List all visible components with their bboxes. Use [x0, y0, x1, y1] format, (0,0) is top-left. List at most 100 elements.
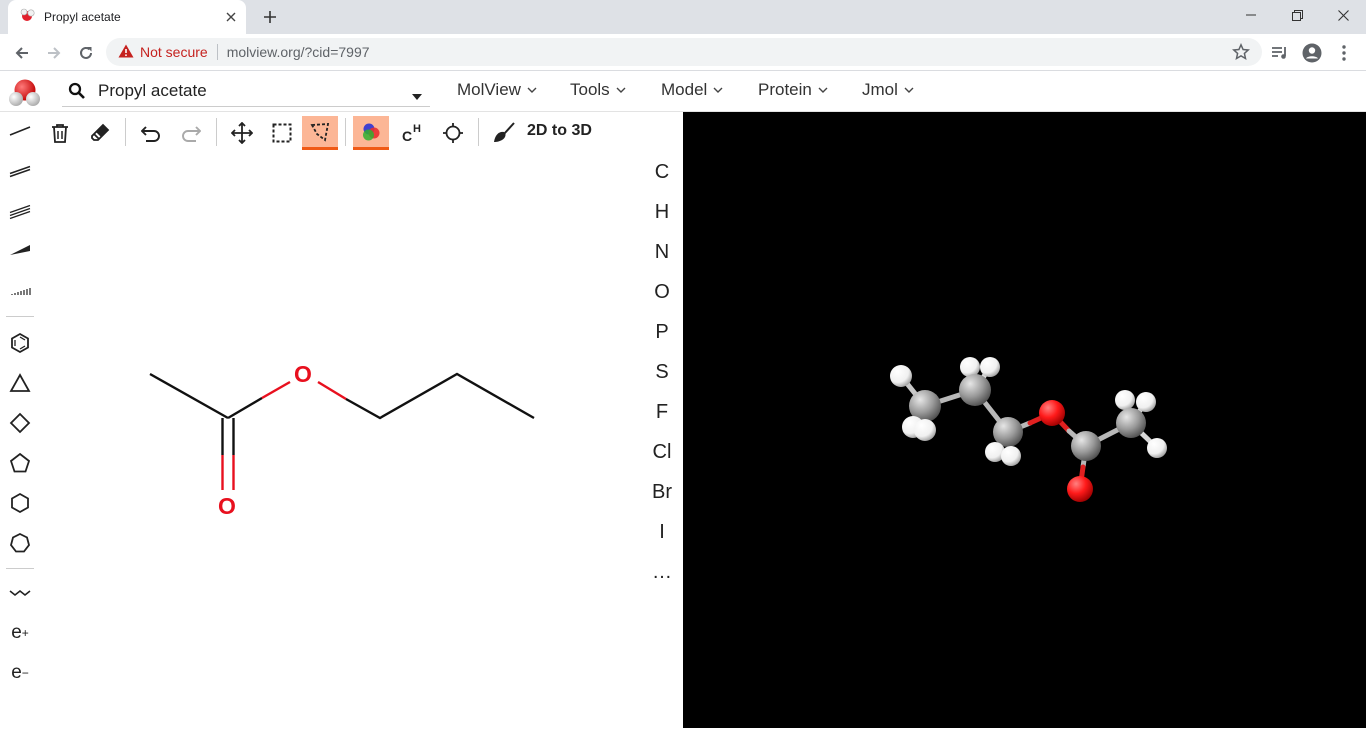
toolbar-divider	[478, 118, 479, 146]
chevron-down-icon	[818, 87, 828, 93]
lasso-select-icon[interactable]	[302, 116, 338, 150]
close-window-icon[interactable]	[1320, 0, 1366, 30]
media-queue-icon[interactable]	[1266, 39, 1294, 67]
chevron-down-icon	[713, 87, 723, 93]
omnibox[interactable]: Not secure molview.org/?cid=7997	[106, 38, 1262, 66]
convert-2d-to-3d-button[interactable]: 2D to 3D	[527, 122, 592, 140]
menu-tools[interactable]: Tools	[570, 80, 626, 100]
menu-model[interactable]: Model	[661, 80, 723, 100]
molview-logo-icon[interactable]	[8, 75, 44, 107]
clean-brush-icon[interactable]	[486, 116, 522, 150]
charge-plus-sup: +	[21, 626, 29, 640]
menu-label: MolView	[457, 80, 521, 99]
hash-bond-tool-icon[interactable]	[5, 276, 35, 306]
oxygen-atom-label[interactable]: O	[218, 493, 236, 519]
toolbar-divider	[216, 118, 217, 146]
oxygen-atom	[1039, 400, 1065, 426]
back-icon[interactable]	[8, 39, 36, 67]
undo-icon[interactable]	[133, 116, 169, 150]
tab-title: Propyl acetate	[44, 10, 121, 24]
charge-minus-sup: −	[21, 666, 29, 680]
charge-plus-tool[interactable]: e +	[5, 618, 35, 648]
profile-icon[interactable]	[1298, 39, 1326, 67]
double-bond-tool-icon[interactable]	[5, 156, 35, 186]
element-p[interactable]: P	[642, 314, 682, 350]
triple-bond-tool-icon[interactable]	[5, 196, 35, 226]
element-f[interactable]: F	[642, 394, 682, 430]
menu-molview[interactable]: MolView	[457, 80, 537, 100]
cyclopentane-tool-icon[interactable]	[5, 448, 35, 478]
hydrogen-atom	[1001, 446, 1021, 466]
element-o[interactable]: O	[642, 274, 682, 310]
menu-label: Model	[661, 80, 708, 99]
eraser-icon[interactable]	[82, 116, 118, 150]
hydrogen-atom	[890, 365, 912, 387]
move-icon[interactable]	[224, 116, 260, 150]
favicon-icon	[20, 7, 36, 28]
hydrogen-atom	[960, 357, 980, 377]
charge-minus-tool[interactable]: e −	[5, 658, 35, 688]
browser-tab[interactable]: Propyl acetate	[8, 0, 246, 34]
hydrogen-atom	[1136, 392, 1156, 412]
cycloheptane-tool-icon[interactable]	[5, 528, 35, 558]
bond-ring-toolbar: e + e −	[0, 112, 40, 728]
menu-jmol[interactable]: Jmol	[862, 80, 914, 100]
carbon-atom	[1071, 431, 1101, 461]
search-dropdown-icon[interactable]	[412, 87, 422, 105]
forward-icon[interactable]	[40, 39, 68, 67]
url-text[interactable]: molview.org/?cid=7997	[227, 44, 370, 60]
element-h[interactable]: H	[642, 194, 682, 230]
oxygen-atom-label[interactable]: O	[294, 361, 312, 387]
single-bond-tool-icon[interactable]	[5, 116, 35, 146]
sketcher-toolbar: CH 2D to 3D	[40, 112, 680, 152]
element-c[interactable]: C	[642, 154, 682, 190]
warning-icon[interactable]	[118, 44, 134, 61]
toolbar-divider	[125, 118, 126, 146]
search-input[interactable]	[98, 80, 398, 101]
center-icon[interactable]	[435, 116, 471, 150]
element-cl[interactable]: Cl	[642, 434, 682, 470]
charge-plus-label: e	[11, 622, 22, 643]
close-tab-icon[interactable]	[222, 8, 240, 26]
chevron-down-icon	[527, 87, 537, 93]
cyclopropane-tool-icon[interactable]	[5, 368, 35, 398]
cyclobutane-tool-icon[interactable]	[5, 408, 35, 438]
search-icon[interactable]	[68, 82, 86, 100]
address-bar-row: Not secure molview.org/?cid=7997	[0, 34, 1366, 71]
restore-icon[interactable]	[1274, 0, 1320, 30]
menu-protein[interactable]: Protein	[758, 80, 828, 100]
benzene-tool-icon[interactable]	[5, 328, 35, 358]
tab-strip: Propyl acetate	[0, 0, 1366, 34]
more-elements-button[interactable]: …	[642, 554, 682, 590]
toolbar-divider	[6, 316, 34, 317]
new-tab-icon[interactable]	[258, 5, 282, 29]
redo-icon[interactable]	[173, 116, 209, 150]
hydrogen-label-icon[interactable]: CH	[395, 116, 431, 150]
sketcher-canvas[interactable]: O O	[40, 152, 640, 728]
wedge-bond-tool-icon[interactable]	[5, 236, 35, 266]
color-mode-icon[interactable]	[353, 116, 389, 150]
minimize-icon[interactable]	[1228, 0, 1274, 30]
element-n[interactable]: N	[642, 234, 682, 270]
3d-model-viewer[interactable]	[683, 112, 1366, 728]
hydrogen-atom	[914, 419, 936, 441]
element-s[interactable]: S	[642, 354, 682, 390]
security-label[interactable]: Not secure	[140, 44, 208, 60]
molview-header: MolView Tools Model Protein Jmol	[0, 71, 1366, 112]
element-br[interactable]: Br	[642, 474, 682, 510]
omnibox-separator	[216, 44, 218, 60]
search-box[interactable]	[62, 75, 430, 107]
hydrogen-atom	[980, 357, 1000, 377]
chain-tool-icon[interactable]	[5, 578, 35, 608]
bookmark-star-icon[interactable]	[1232, 42, 1250, 64]
cyclohexane-tool-icon[interactable]	[5, 488, 35, 518]
hydrogen-atom	[1115, 390, 1135, 410]
carbon-atom	[1116, 408, 1146, 438]
browser-menu-icon[interactable]	[1330, 39, 1358, 67]
rect-select-icon[interactable]	[264, 116, 300, 150]
menu-label: Protein	[758, 80, 812, 99]
trash-icon[interactable]	[42, 116, 78, 150]
element-i[interactable]: I	[642, 514, 682, 550]
reload-icon[interactable]	[72, 39, 100, 67]
carbon-atom	[959, 374, 991, 406]
